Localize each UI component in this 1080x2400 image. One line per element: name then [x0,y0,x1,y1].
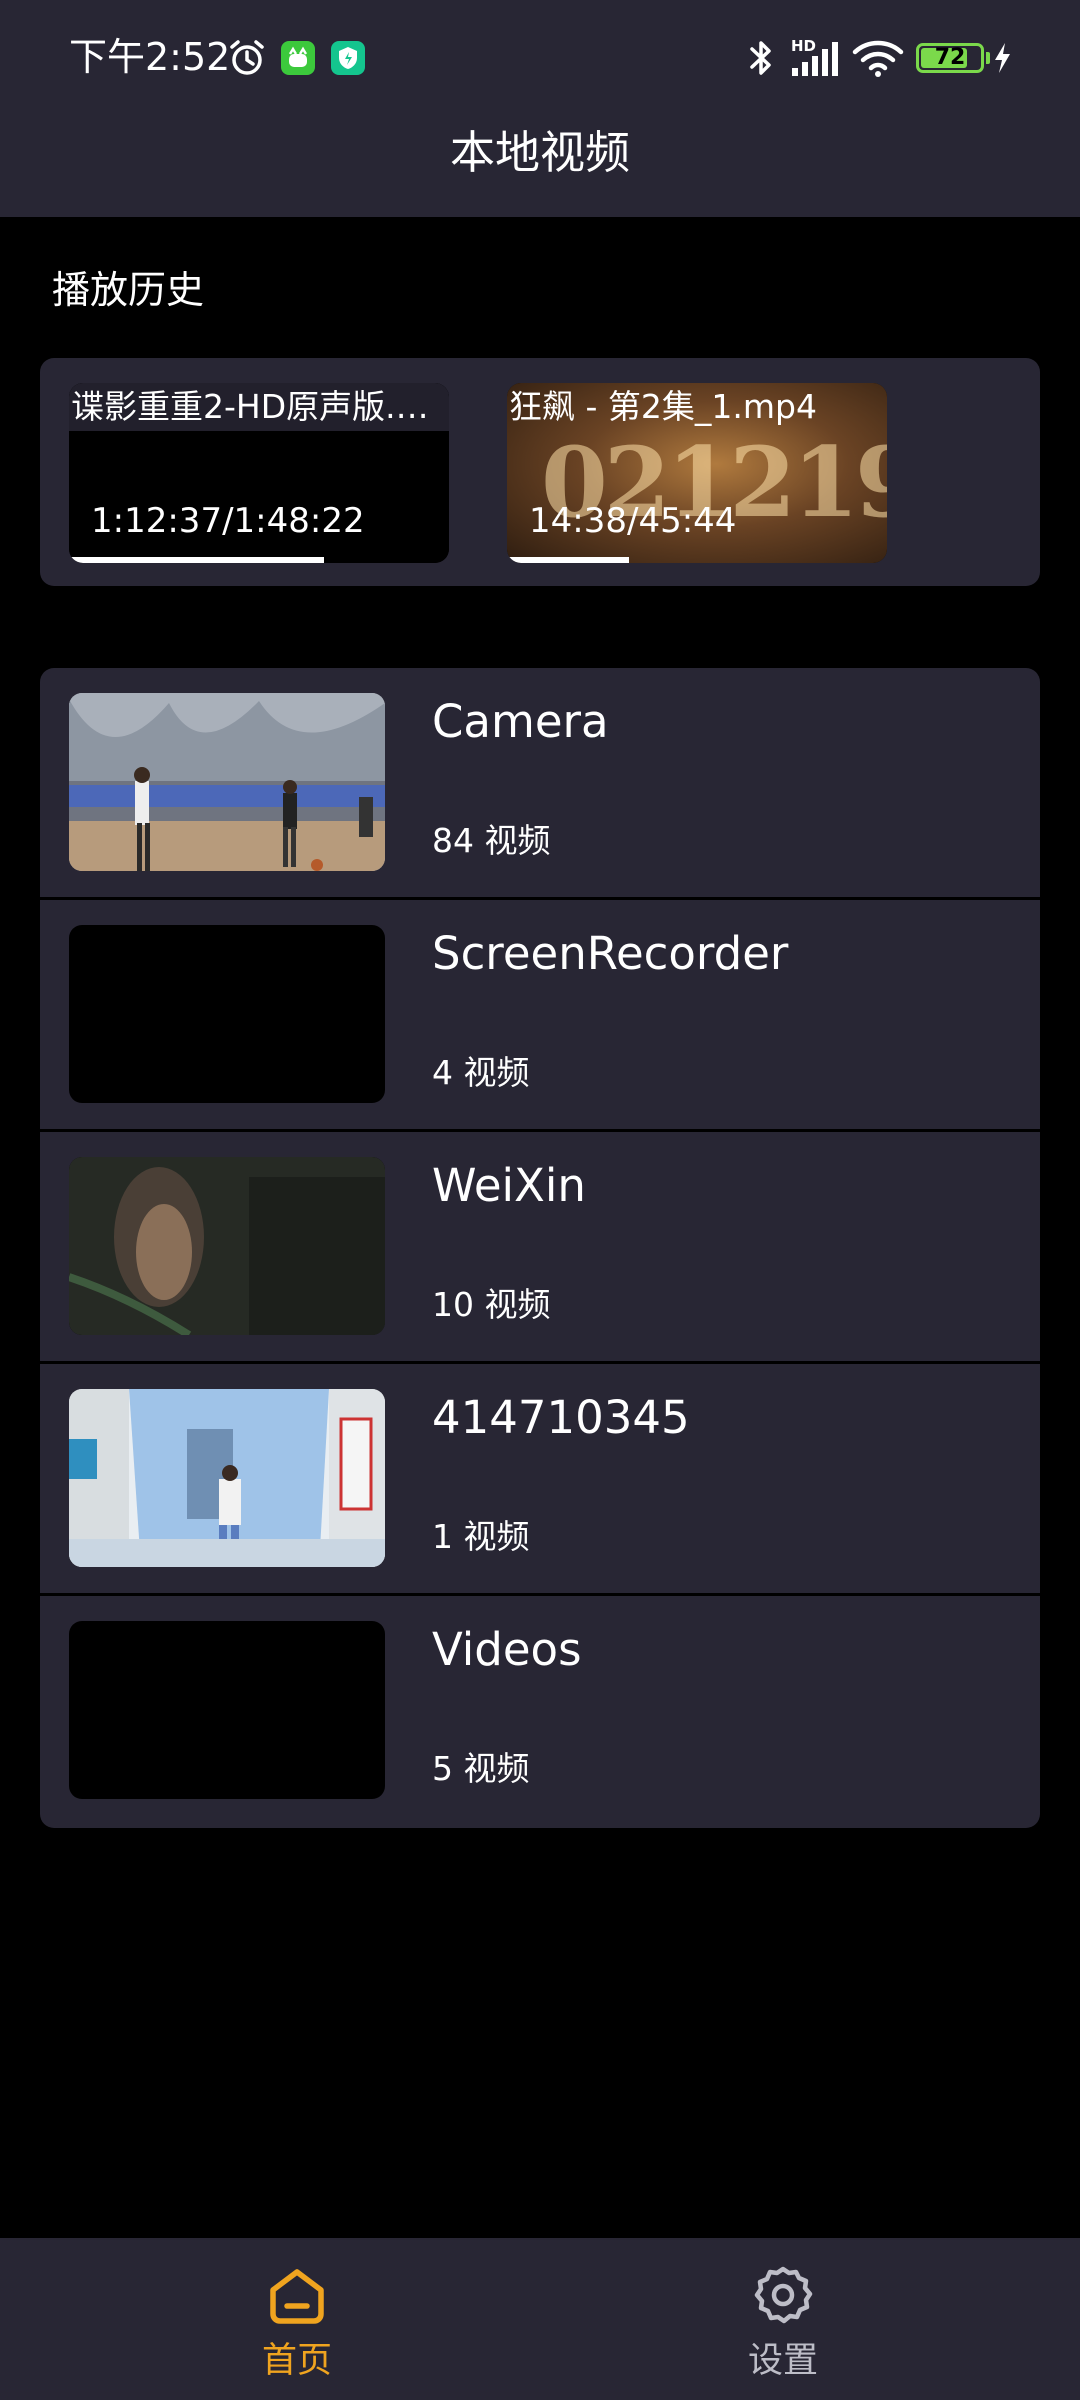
history-item-time: 1:12:37/1:48:22 [91,501,365,541]
battery-level: 72 [934,45,966,70]
folder-row[interactable]: WeiXin 10 视频 [40,1132,1040,1362]
folder-name: ScreenRecorder [432,927,789,980]
folder-name: WeiXin [432,1159,586,1212]
folder-count: 5 视频 [432,1749,530,1788]
bottom-nav: 首页 设置 [0,2238,1080,2400]
nav-home-label: 首页 [261,2341,332,2381]
folder-list: Camera 84 视频 ScreenRecorder 4 视频 WeiXin … [40,668,1040,1828]
folder-count: 1 视频 [432,1517,530,1556]
status-time: 下午2:52 [69,35,231,79]
signal-icon [792,42,838,76]
status-bar: 下午2:52 HD 72 [0,0,1080,118]
home-icon [270,2269,324,2324]
charging-icon [995,43,1010,73]
folder-row[interactable]: 414710345 1 视频 [40,1364,1040,1594]
folder-count: 10 视频 [432,1285,551,1324]
folder-thumbnail [69,1621,385,1799]
folder-row[interactable]: Camera 84 视频 [40,668,1040,898]
history-item[interactable]: 谍影重重2-HD原声版.mp4 1:12:37/1:48:22 [69,383,449,563]
folder-count: 84 视频 [432,821,551,860]
history-item-name: 谍影重重2-HD原声版.mp4 [69,383,449,431]
wifi-icon [852,40,904,77]
app-notification-icon [281,41,315,75]
gear-icon [754,2266,813,2324]
battery-icon: 72 [916,43,984,73]
folder-thumbnail [69,693,385,871]
folder-row[interactable]: Videos 5 视频 [40,1596,1040,1826]
top-bar: 下午2:52 HD 72 本地视频 [0,0,1080,217]
history-section-title: 播放历史 [52,268,205,312]
shield-notification-icon [331,41,365,75]
alarm-icon [230,40,264,75]
bluetooth-icon [750,41,771,75]
history-item-time: 14:38/45:44 [529,501,737,541]
folder-thumbnail [69,1157,385,1335]
folder-name: 414710345 [432,1391,690,1444]
nav-settings[interactable]: 设置 [683,2238,883,2400]
nav-settings-label: 设置 [747,2341,818,2381]
progress-bar [507,557,629,563]
folder-thumbnail [69,1389,385,1567]
nav-home[interactable]: 首页 [197,2238,397,2400]
folder-name: Videos [432,1623,582,1676]
page-title: 本地视频 [449,126,630,179]
history-item[interactable]: 021219 狂飙 - 第2集_1.mp4 14:38/45:44 [507,383,887,563]
progress-bar [69,557,324,563]
folder-name: Camera [432,695,609,748]
folder-row[interactable]: ScreenRecorder 4 视频 [40,900,1040,1130]
folder-count: 4 视频 [432,1053,530,1092]
history-item-name: 狂飙 - 第2集_1.mp4 [509,387,817,426]
folder-thumbnail [69,925,385,1103]
